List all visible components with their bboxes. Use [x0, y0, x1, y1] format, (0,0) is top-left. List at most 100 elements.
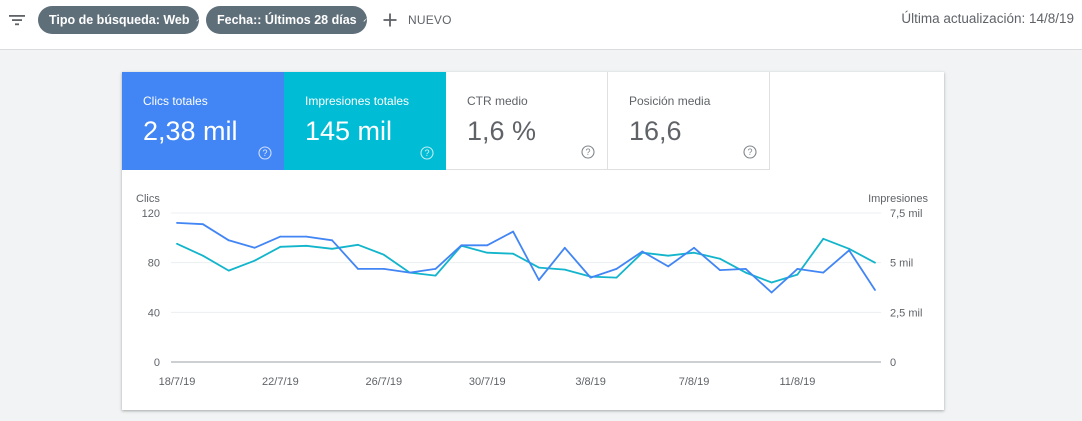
metric-label: Clics totales: [143, 94, 208, 108]
data-point-clicks: [589, 276, 592, 279]
data-point-clicks: [279, 235, 282, 238]
data-point-clicks: [667, 265, 670, 268]
left-axis-tick-label: 120: [142, 208, 160, 220]
metric-label: Impresiones totales: [305, 94, 410, 108]
x-axis-tick-label: 22/7/19: [262, 376, 299, 388]
x-axis-tick-label: 3/8/19: [575, 376, 606, 388]
new-filter-label: NUEVO: [408, 13, 452, 27]
data-point-impressions: [667, 254, 670, 257]
data-point-impressions: [201, 254, 204, 257]
right-axis-tick-label: 5 mil: [890, 258, 913, 270]
right-axis-tick-label: 7,5 mil: [890, 208, 922, 220]
help-icon[interactable]: ?: [258, 146, 272, 160]
left-axis-tick-label: 80: [148, 258, 160, 270]
data-point-impressions: [538, 266, 540, 269]
data-point-impressions: [279, 245, 282, 248]
help-icon[interactable]: ?: [743, 145, 757, 159]
data-point-clicks: [382, 267, 385, 270]
toolbar: Tipo de búsqueda: Web Fecha:: Últimos 28…: [0, 0, 1082, 50]
data-point-clicks: [201, 223, 204, 226]
data-point-clicks: [460, 244, 463, 247]
metric-total-clicks[interactable]: Clics totales 2,38 mil ?: [122, 72, 284, 170]
left-axis-tick-label: 40: [148, 307, 160, 319]
metric-value: 145 mil: [305, 116, 393, 146]
metric-value: 1,6 %: [467, 116, 537, 146]
chip-label: Fecha:: Últimos 28 días: [217, 13, 357, 27]
data-point-impressions: [615, 276, 618, 279]
chart-gridlines: [171, 212, 881, 363]
metric-total-impressions[interactable]: Impresiones totales 145 mil ?: [284, 72, 446, 170]
data-point-clicks: [331, 239, 334, 242]
last-update-text: Última actualización: 14/8/19: [901, 11, 1074, 26]
data-point-clicks: [176, 222, 178, 224]
data-point-clicks: [486, 244, 489, 247]
data-point-clicks: [796, 267, 799, 270]
chart-ticks: 0 0 40 2,5 mil 80 5 mil 120 7,5 mil 18/7/19 22/7/…: [142, 208, 923, 388]
pencil-icon: [363, 18, 367, 22]
svg-text:?: ?: [585, 147, 590, 157]
data-point-clicks: [693, 246, 695, 249]
data-point-clicks: [563, 246, 566, 249]
new-filter-button[interactable]: NUEVO: [382, 8, 452, 32]
data-point-impressions: [744, 271, 747, 274]
data-point-impressions: [176, 242, 178, 245]
data-point-impressions: [357, 243, 359, 246]
metric-value: 16,6: [629, 116, 682, 146]
x-axis-tick-label: 30/7/19: [469, 376, 506, 388]
data-point-impressions: [331, 247, 334, 250]
x-axis-tick-label: 18/7/19: [159, 376, 196, 388]
data-point-clicks: [770, 291, 773, 294]
data-point-clicks: [538, 279, 540, 281]
pencil-icon: [196, 18, 199, 22]
data-point-clicks: [718, 269, 721, 272]
data-point-clicks: [357, 267, 359, 270]
metric-average-ctr[interactable]: CTR medio 1,6 % ?: [446, 72, 608, 170]
right-axis-tick-label: 0: [890, 357, 896, 369]
performance-card: Clics totales 2,38 mil ? Impresiones tot…: [122, 72, 944, 410]
svg-text:?: ?: [262, 148, 267, 158]
data-point-impressions: [563, 268, 566, 271]
data-point-impressions: [382, 253, 385, 256]
help-icon[interactable]: ?: [420, 146, 434, 160]
chart-series: [176, 222, 876, 294]
right-axis-title: Impresiones: [868, 193, 928, 205]
data-point-clicks: [408, 271, 411, 274]
help-icon[interactable]: ?: [581, 145, 595, 159]
left-axis-tick-label: 0: [154, 357, 160, 369]
x-axis-tick-label: 26/7/19: [365, 376, 402, 388]
data-point-impressions: [770, 281, 773, 284]
date-filter-chip[interactable]: Fecha:: Últimos 28 días: [206, 6, 367, 34]
right-axis-tick-label: 2,5 mil: [890, 307, 922, 319]
data-point-clicks: [512, 230, 514, 233]
data-point-impressions: [305, 244, 308, 247]
svg-text:?: ?: [747, 147, 752, 157]
data-point-impressions: [796, 273, 799, 276]
data-point-impressions: [874, 261, 876, 264]
data-point-impressions: [718, 257, 721, 260]
plus-icon: [383, 13, 397, 27]
filter-list-icon[interactable]: [8, 11, 26, 29]
metric-label: CTR medio: [467, 94, 528, 108]
data-point-clicks: [874, 289, 876, 291]
metric-value: 2,38 mil: [143, 116, 238, 146]
data-point-impressions: [434, 274, 437, 277]
search-type-filter-chip[interactable]: Tipo de búsqueda: Web: [38, 6, 199, 34]
data-point-clicks: [253, 246, 256, 249]
data-point-clicks: [848, 249, 851, 252]
data-point-impressions: [822, 237, 825, 240]
x-axis-tick-label: 11/8/19: [779, 376, 815, 388]
data-point-clicks: [227, 239, 230, 242]
svg-text:?: ?: [424, 148, 429, 158]
data-point-clicks: [434, 267, 437, 270]
data-point-clicks: [641, 250, 644, 253]
left-axis-title: Clics: [136, 193, 160, 205]
metric-average-position[interactable]: Posición media 16,6 ?: [608, 72, 770, 170]
data-point-impressions: [693, 251, 695, 254]
data-point-impressions: [486, 251, 489, 254]
data-point-impressions: [253, 259, 256, 262]
chip-label: Tipo de búsqueda: Web: [49, 13, 190, 27]
data-point-clicks: [744, 267, 747, 270]
series-line-impressions[interactable]: [176, 237, 876, 284]
performance-chart: Clics Impresiones 0 0 40 2,5 mil 80 5 mil 120 7…: [136, 193, 928, 388]
data-point-clicks: [822, 271, 825, 274]
